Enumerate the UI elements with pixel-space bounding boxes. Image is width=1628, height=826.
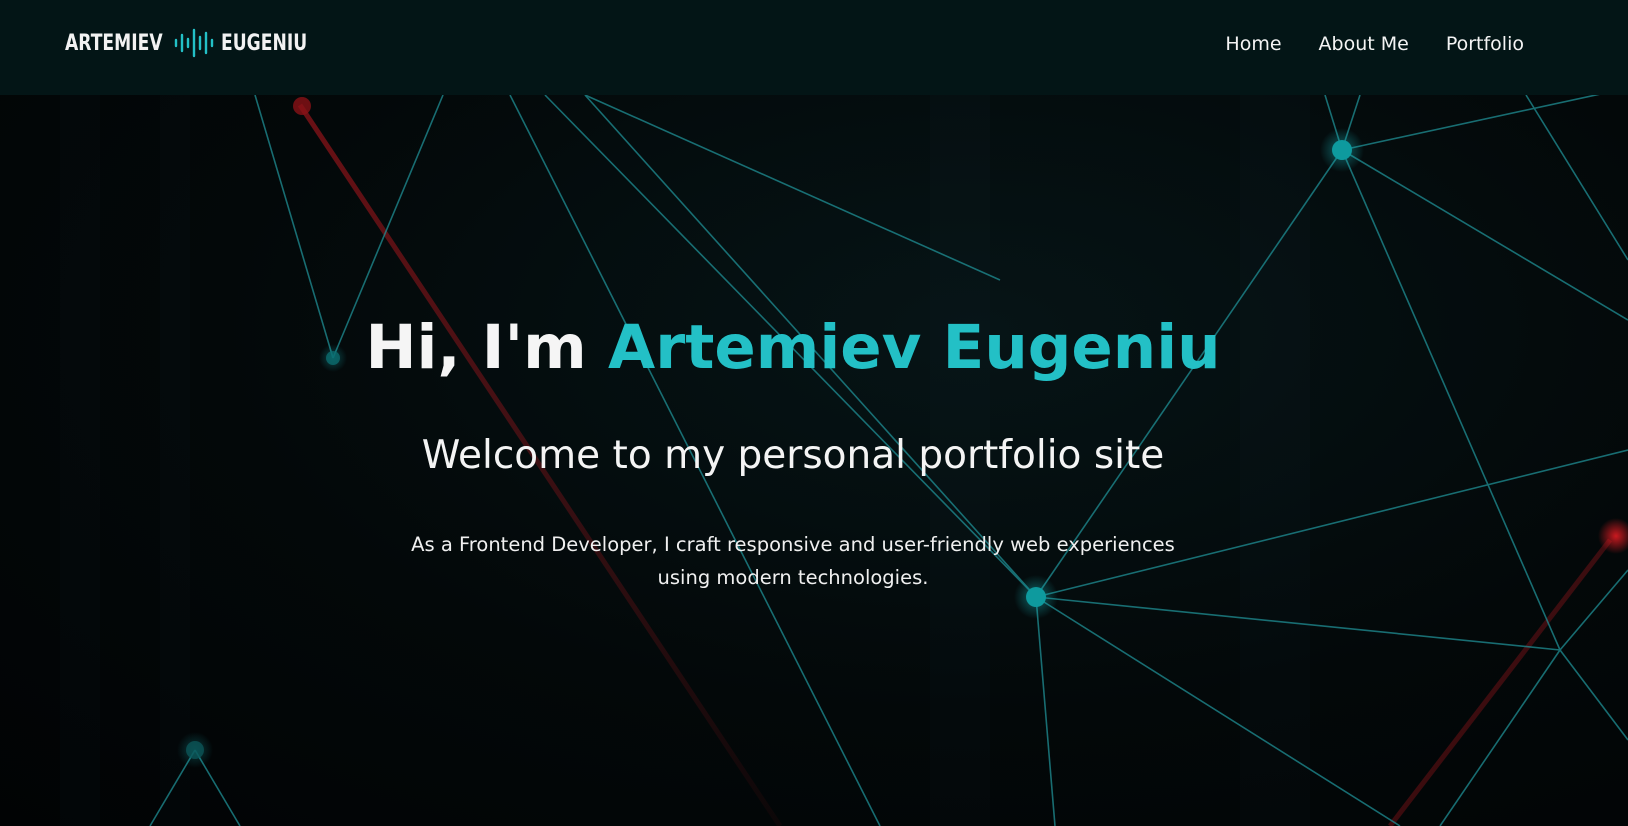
hero-name: Artemiev Eugeniu	[607, 312, 1221, 383]
nav-portfolio-link[interactable]: Portfolio	[1446, 30, 1524, 58]
hero-section: Hi, I'm Artemiev Eugeniu Welcome to my p…	[0, 0, 1628, 826]
hero-greeting: Hi, I'm	[365, 312, 608, 383]
site-logo[interactable]: ARTEMIEV EUGENIU	[65, 28, 311, 58]
logo-second-word: EUGENIU	[221, 30, 308, 56]
main-nav: Home About Me Portfolio	[1225, 30, 1524, 58]
logo-first-word: ARTEMIEV	[65, 30, 163, 56]
navbar: ARTEMIEV EUGENIU Home About Me Portfolio	[0, 0, 1628, 95]
nav-home-link[interactable]: Home	[1225, 30, 1281, 58]
page: ARTEMIEV EUGENIU Home About Me Portfolio	[0, 0, 1628, 826]
soundwave-icon	[174, 28, 214, 58]
hero-headline: Hi, I'm Artemiev Eugeniu	[0, 306, 1586, 390]
nav-about-me-link[interactable]: About Me	[1319, 30, 1409, 58]
hero-subtitle: Welcome to my personal portfolio site	[421, 433, 1165, 478]
hero-description: As a Frontend Developer, I craft respons…	[411, 533, 1175, 589]
